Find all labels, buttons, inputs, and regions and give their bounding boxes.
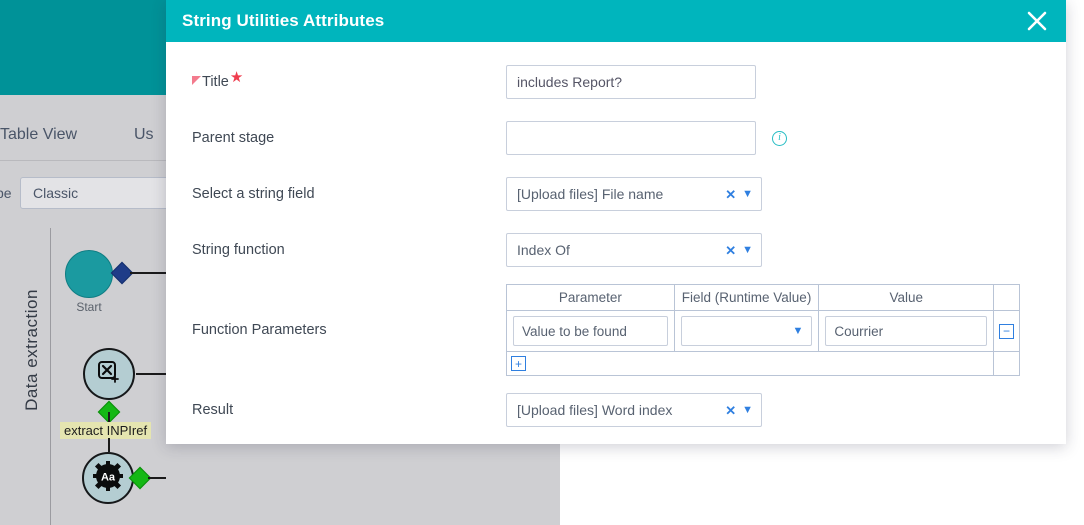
clear-icon[interactable]: ✕ xyxy=(719,188,742,201)
workflow-node-extract[interactable] xyxy=(83,348,135,400)
dialog-body: Title ★ Parent stage i Select a string f… xyxy=(166,42,1066,454)
form-row-result: Result [Upload files] Word index ✕ ▼ xyxy=(192,388,1032,432)
swimlane-label: Data extraction xyxy=(22,289,41,411)
workflow-start-label: Start xyxy=(76,300,102,314)
title-label-wrapper: Title ★ xyxy=(192,70,506,90)
clear-icon[interactable]: ✕ xyxy=(719,404,742,417)
cell-add-spacer xyxy=(993,351,1020,376)
form-row-parent-stage: Parent stage i xyxy=(192,116,1032,160)
string-field-label: Select a string field xyxy=(192,186,315,202)
string-function-label: String function xyxy=(192,242,285,258)
title-control xyxy=(506,65,1032,99)
table-header-row: Parameter Field (Runtime Value) Value xyxy=(506,284,1020,311)
screen: Table View Us pe Classic Data extraction… xyxy=(0,0,1084,525)
result-value: [Upload files] Word index xyxy=(517,402,673,418)
chevron-down-icon[interactable]: ▼ xyxy=(742,188,753,200)
dialog-header: String Utilities Attributes xyxy=(166,0,1066,42)
svg-text:Aa: Aa xyxy=(101,472,116,484)
tab-table-view[interactable]: Table View xyxy=(0,126,77,144)
workflow-edge-label: extract INPIref xyxy=(60,422,152,439)
dialog-title: String Utilities Attributes xyxy=(182,11,385,30)
value-input[interactable] xyxy=(825,316,987,346)
function-parameters-control: Parameter Field (Runtime Value) Value Va… xyxy=(506,284,1032,376)
result-select[interactable]: [Upload files] Word index ✕ ▼ xyxy=(506,393,762,427)
minus-square-icon[interactable]: − xyxy=(999,323,1014,339)
column-header-value: Value xyxy=(818,284,994,311)
string-utilities-attributes-dialog: String Utilities Attributes Title ★ incl… xyxy=(166,0,1066,444)
parent-stage-control: i xyxy=(506,121,1032,155)
string-function-value: Index Of xyxy=(517,242,570,258)
form-row-string-function: String function Index Of ✕ ▼ xyxy=(192,228,1032,272)
parent-stage-label: Parent stage xyxy=(192,130,275,146)
string-function-select[interactable]: Index Of ✕ ▼ xyxy=(506,233,762,267)
required-star-icon: ★ xyxy=(229,68,244,86)
parameter-input[interactable] xyxy=(513,316,668,346)
info-icon[interactable]: i xyxy=(772,130,787,146)
chevron-down-icon[interactable]: ▼ xyxy=(742,404,753,416)
string-utilities-gear-icon: Aa xyxy=(93,461,123,495)
form-row-string-field: Select a string field [Upload files] Fil… xyxy=(192,172,1032,216)
field-runtime-value-select[interactable]: ▼ xyxy=(680,316,813,346)
workflow-node-string-utilities[interactable]: Aa xyxy=(82,452,134,504)
parent-stage-input[interactable] xyxy=(506,121,756,155)
title-input[interactable] xyxy=(506,65,756,99)
string-field-value: [Upload files] File name xyxy=(517,186,664,202)
workflow-edge-5 xyxy=(148,477,166,479)
extract-field-icon xyxy=(96,359,122,389)
cell-field-runtime-value: ▼ xyxy=(673,310,820,352)
tab-users[interactable]: Us xyxy=(134,126,154,144)
result-control: [Upload files] Word index ✕ ▼ xyxy=(506,393,1032,427)
form-row-function-parameters: Function Parameters Parameter Field (Run… xyxy=(192,284,1032,376)
cell-value xyxy=(818,310,994,352)
table-add-row: + xyxy=(506,351,1020,376)
column-header-field-runtime-value: Field (Runtime Value) xyxy=(673,284,820,311)
column-header-actions xyxy=(993,284,1020,311)
result-label: Result xyxy=(192,402,234,418)
string-function-control: Index Of ✕ ▼ xyxy=(506,233,1032,267)
plus-square-icon[interactable]: + xyxy=(511,356,526,371)
cell-add: + xyxy=(506,351,994,376)
required-flag-icon xyxy=(192,73,201,85)
column-header-parameter: Parameter xyxy=(506,284,675,311)
cell-parameter xyxy=(506,310,675,352)
clear-icon[interactable]: ✕ xyxy=(719,244,742,257)
workflow-edge-4 xyxy=(108,438,110,452)
function-parameters-label: Function Parameters xyxy=(192,322,327,338)
workflow-edge-1 xyxy=(130,272,166,274)
table-row: ▼ − xyxy=(506,310,1020,352)
close-icon[interactable] xyxy=(1020,4,1054,38)
workflow-start-node[interactable] xyxy=(65,250,113,298)
chevron-down-icon[interactable]: ▼ xyxy=(742,244,753,256)
function-parameters-table: Parameter Field (Runtime Value) Value Va… xyxy=(506,284,1020,376)
title-label: Title xyxy=(202,74,229,90)
string-field-select[interactable]: [Upload files] File name ✕ ▼ xyxy=(506,177,762,211)
cell-remove: − xyxy=(993,310,1020,352)
view-type-label: pe xyxy=(0,185,12,201)
string-field-control: [Upload files] File name ✕ ▼ xyxy=(506,177,1032,211)
workflow-edge-2 xyxy=(136,373,166,375)
chevron-down-icon[interactable]: ▼ xyxy=(793,325,804,337)
form-row-title: Title ★ xyxy=(192,60,1032,104)
swimlane-divider xyxy=(50,228,51,525)
